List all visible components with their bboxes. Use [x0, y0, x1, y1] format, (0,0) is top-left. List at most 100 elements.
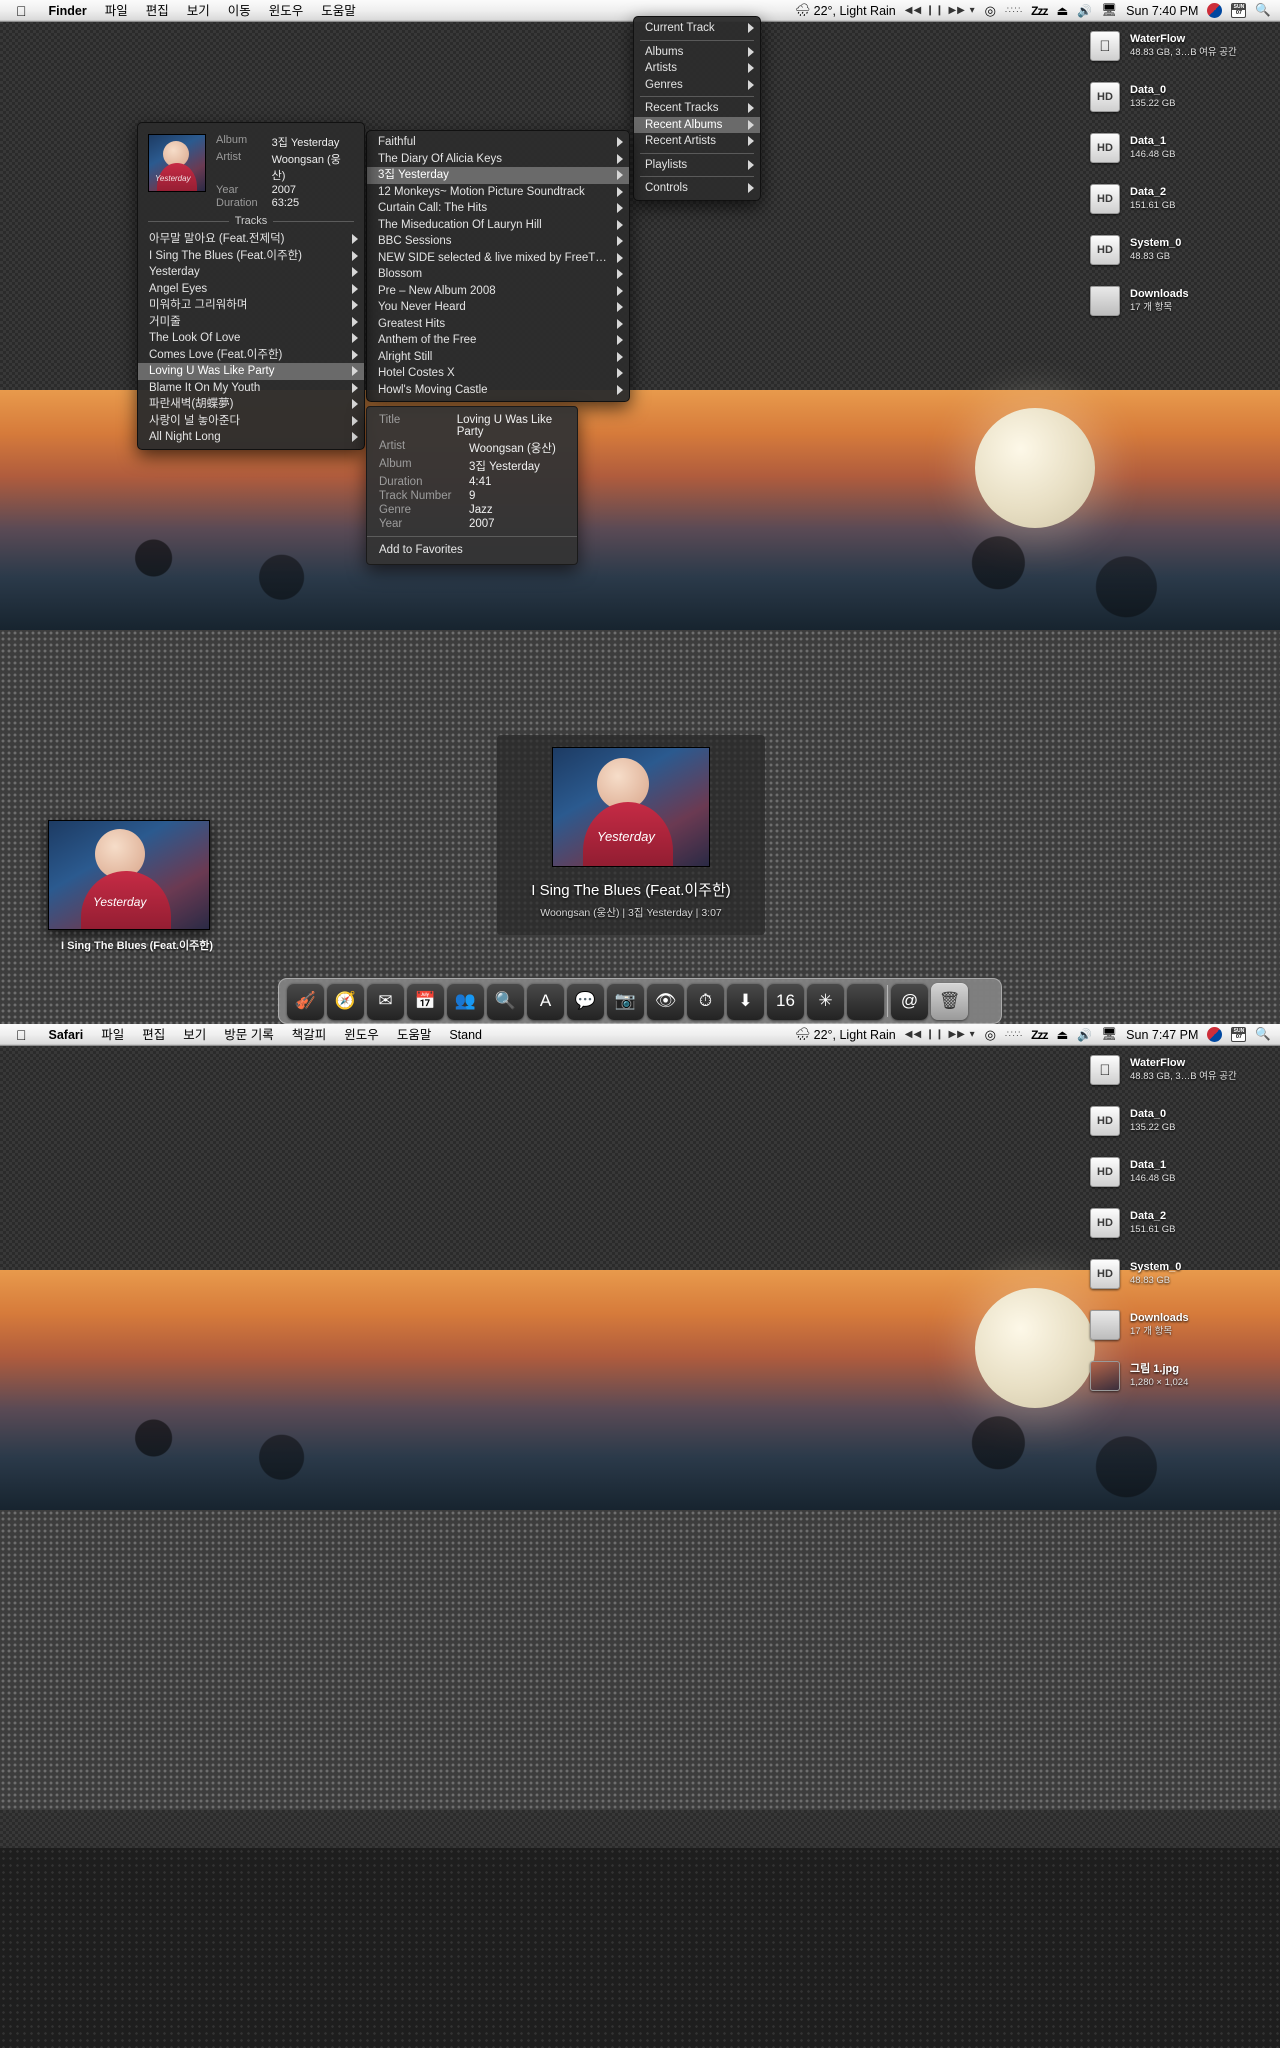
- track-menu-item[interactable]: Comes Love (Feat.이주한): [138, 347, 364, 364]
- tracks-submenu[interactable]: Yesterday Album 3집 Yesterday Artist Woon…: [137, 122, 365, 450]
- menubar-item-file[interactable]: 파일: [92, 1024, 133, 1046]
- system-prefs-icon[interactable]: ✳: [807, 982, 844, 1020]
- albums-menu-item[interactable]: Greatest Hits: [367, 316, 629, 333]
- drive-item[interactable]: 그림 1.jpg 1,280 × 1,024: [1090, 1356, 1270, 1396]
- finder-icon[interactable]: 🎻: [287, 982, 324, 1020]
- albums-menu-item[interactable]: 12 Monkeys~ Motion Picture Soundtrack: [367, 184, 629, 201]
- text-editor-icon[interactable]: A: [527, 982, 564, 1020]
- desktop-drives-bottom[interactable]:  WaterFlow48.83 GB, 3…B 여유 공간 HD Data_0135…: [1090, 1050, 1270, 1407]
- drive-item[interactable]: HD Data_2 151.61 GB: [1090, 1203, 1270, 1243]
- weather-status[interactable]: 🌧 22°, Light Rain: [795, 3, 896, 18]
- spotlight-icon[interactable]: 🔍: [487, 982, 524, 1020]
- drive-item[interactable]: HD Data_1 146.48 GB: [1090, 1152, 1270, 1192]
- albums-menu-item[interactable]: Curtain Call: The Hits: [367, 200, 629, 217]
- drive-item[interactable]: HD System_0 48.83 GB: [1090, 230, 1270, 270]
- drive-item[interactable]: Downloads 17 개 항목: [1090, 1305, 1270, 1345]
- menubar-item-view[interactable]: 보기: [174, 1024, 215, 1046]
- albums-menu-item[interactable]: The Diary Of Alicia Keys: [367, 151, 629, 168]
- albums-submenu[interactable]: Faithful The Diary Of Alicia Keys 3집 Yeste…: [366, 130, 630, 402]
- itunes-apple-icon[interactable]: [847, 982, 884, 1020]
- menubar-app-name[interactable]: Finder: [40, 0, 96, 22]
- mail-icon[interactable]: ✉: [367, 982, 404, 1020]
- albums-menu-item[interactable]: Pre – New Album 2008: [367, 283, 629, 300]
- drive-item[interactable]:  WaterFlow48.83 GB, 3…B 여유 공간: [1090, 26, 1270, 66]
- trash-icon[interactable]: 🗑: [931, 982, 968, 1020]
- menu-item-controls[interactable]: Controls: [634, 180, 760, 197]
- track-menu-item[interactable]: Yesterday: [138, 264, 364, 281]
- track-menu-item[interactable]: Angel Eyes: [138, 281, 364, 298]
- drive-item[interactable]: HD Data_2 151.61 GB: [1090, 179, 1270, 219]
- add-to-favorites-button[interactable]: Add to Favorites: [367, 542, 577, 558]
- track-menu-item[interactable]: 사랑이 널 놓아준다: [138, 413, 364, 430]
- menu-item-recent-artists[interactable]: Recent Artists: [634, 133, 760, 150]
- speaker-icon[interactable]: 🔊: [1077, 4, 1092, 18]
- itunes-menu[interactable]: Current Track Albums Artists Genres Rece…: [633, 16, 761, 201]
- divider[interactable]: [887, 985, 888, 1017]
- albums-menu-item[interactable]: BBC Sessions: [367, 233, 629, 250]
- menubar-item-file[interactable]: 파일: [96, 0, 137, 22]
- photo-booth-icon[interactable]: 📷: [607, 982, 644, 1020]
- tracks-list[interactable]: 아무말 말아요 (Feat.전제덕) I Sing The Blues (Fea…: [138, 231, 364, 446]
- albums-menu-item[interactable]: Blossom: [367, 266, 629, 283]
- track-menu-item[interactable]: 파란새벽(胡蝶夢): [138, 396, 364, 413]
- calendar-icon[interactable]: SUN 07: [1231, 1027, 1247, 1042]
- menu-item-current-track[interactable]: Current Track: [634, 20, 760, 37]
- ichat-icon[interactable]: 💬: [567, 982, 604, 1020]
- drive-item[interactable]: HD Data_0 135.22 GB: [1090, 1101, 1270, 1141]
- menubar-clock[interactable]: Sun 7:47 PM: [1126, 1028, 1198, 1042]
- menu-item-albums[interactable]: Albums: [634, 44, 760, 61]
- dock-top[interactable]: 🎻 🧭 ✉ 📅 👥 🔍 A 💬 📷 👁 ⏱ ⬇ 16 ✳ @ 🗑: [278, 978, 1002, 1024]
- eject-icon[interactable]: ⏏: [1057, 3, 1069, 18]
- gauge-icon[interactable]: ◎: [985, 1027, 996, 1043]
- calendar16-icon[interactable]: 16: [767, 982, 804, 1020]
- sleep-icon[interactable]: Zzz: [1031, 4, 1048, 18]
- speaker-icon[interactable]: 🔊: [1077, 1028, 1092, 1042]
- track-menu-item[interactable]: 아무말 말아요 (Feat.전제덕): [138, 231, 364, 248]
- weather-status[interactable]: 🌧 22°, Light Rain: [795, 1027, 896, 1042]
- menubar-app-name[interactable]: Safari: [40, 1024, 93, 1046]
- menu-item-recent-tracks[interactable]: Recent Tracks: [634, 100, 760, 117]
- albums-menu-item[interactable]: NEW SIDE selected & live mixed by FreeTE…: [367, 250, 629, 267]
- sleep-icon[interactable]: Zzz: [1031, 1028, 1048, 1042]
- menubar-item-stand[interactable]: Stand: [440, 1024, 491, 1046]
- itunes-playback-controls[interactable]: ◀◀ ❙❙ ▶▶ ▾: [905, 5, 976, 16]
- preview-icon[interactable]: 👁: [647, 982, 684, 1020]
- display-icon[interactable]: 🖥: [1101, 1027, 1117, 1042]
- albums-menu-item[interactable]: You Never Heard: [367, 299, 629, 316]
- menubar-item-edit[interactable]: 편집: [137, 0, 178, 22]
- menubar-item-edit[interactable]: 편집: [133, 1024, 174, 1046]
- track-menu-item[interactable]: All Night Long: [138, 429, 364, 446]
- menu-item-genres[interactable]: Genres: [634, 77, 760, 94]
- menu-item-artists[interactable]: Artists: [634, 60, 760, 77]
- albums-menu-item[interactable]: Alright Still: [367, 349, 629, 366]
- spotlight-search-icon[interactable]: 🔍: [1255, 1027, 1271, 1042]
- desktop-drives-top[interactable]:  WaterFlow48.83 GB, 3…B 여유 공간 HD Data_0135…: [1090, 26, 1270, 332]
- display-icon[interactable]: 🖥: [1101, 3, 1117, 18]
- drive-item[interactable]: Downloads 17 개 항목: [1090, 281, 1270, 321]
- track-menu-item[interactable]: Loving U Was Like Party: [138, 363, 364, 380]
- drive-item[interactable]:  WaterFlow48.83 GB, 3…B 여유 공간: [1090, 1050, 1270, 1090]
- calendar-icon[interactable]: SUN 07: [1231, 3, 1247, 18]
- menubar-item-history[interactable]: 방문 기록: [215, 1024, 282, 1046]
- drive-item[interactable]: HD System_0 48.83 GB: [1090, 1254, 1270, 1294]
- korea-flag-icon[interactable]: [1207, 1027, 1223, 1042]
- albums-menu-item[interactable]: Howl's Moving Castle: [367, 382, 629, 399]
- menubar-item-window[interactable]: 윈도우: [260, 0, 313, 22]
- albums-menu-item[interactable]: Hotel Costes X: [367, 365, 629, 382]
- albums-menu-item[interactable]: 3집 Yesterday: [367, 167, 629, 184]
- clock-icon[interactable]: ⏱: [687, 982, 724, 1020]
- itunes-playback-controls[interactable]: ◀◀ ❙❙ ▶▶ ▾: [905, 1029, 976, 1040]
- drive-item[interactable]: HD Data_1 146.48 GB: [1090, 128, 1270, 168]
- download-icon[interactable]: ⬇: [727, 982, 764, 1020]
- track-menu-item[interactable]: The Look Of Love: [138, 330, 364, 347]
- braille-dots-icon[interactable]: ∴∵∴: [1005, 1029, 1022, 1040]
- menubar-clock[interactable]: Sun 7:40 PM: [1126, 4, 1198, 18]
- menubar-bottom[interactable]:  Safari 파일 편집 보기 방문 기록 책갈피 윈도우 도움말 Stan…: [0, 1024, 1280, 1046]
- menubar-item-view[interactable]: 보기: [178, 0, 219, 22]
- at-icon[interactable]: @: [891, 982, 928, 1020]
- menu-item-playlists[interactable]: Playlists: [634, 157, 760, 174]
- menu-item-recent-albums[interactable]: Recent Albums: [634, 116, 760, 133]
- gauge-icon[interactable]: ◎: [985, 3, 996, 19]
- track-menu-item[interactable]: I Sing The Blues (Feat.이주한): [138, 248, 364, 265]
- drive-item[interactable]: HD Data_0 135.22 GB: [1090, 77, 1270, 117]
